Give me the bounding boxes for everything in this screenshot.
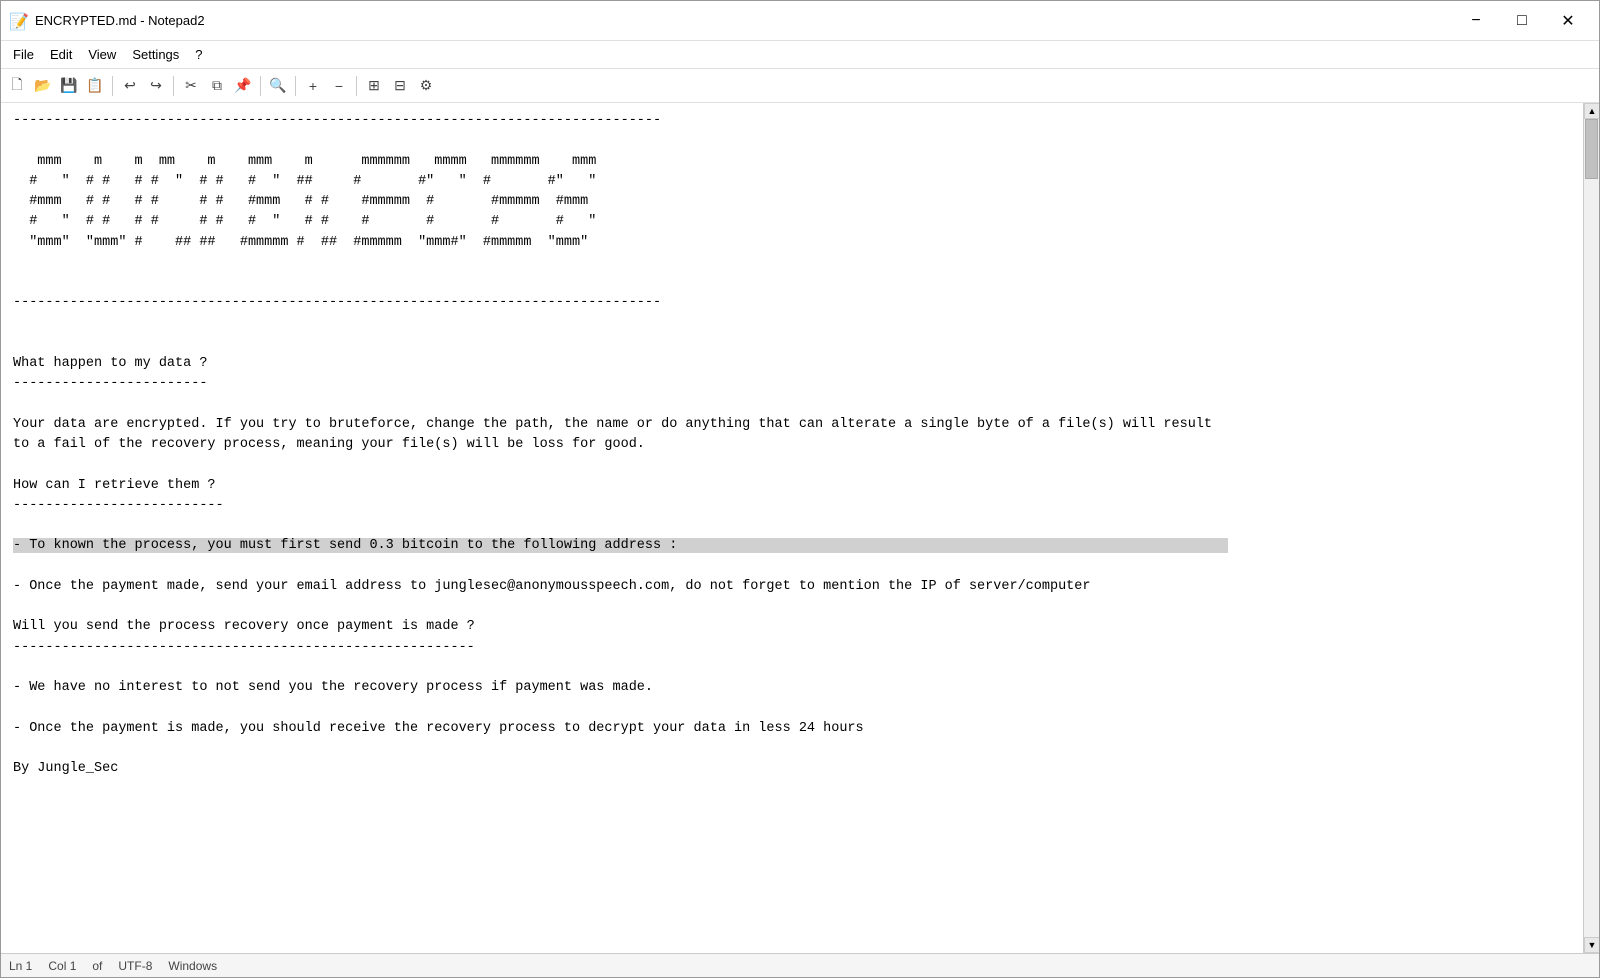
vertical-scrollbar[interactable]: ▲ ▼ — [1583, 103, 1599, 953]
toolbar: 🗋 📂 💾 📋 ↩ ↪ ✂ ⧉ 📌 🔍 + − ⊞ ⊟ ⚙ — [1, 69, 1599, 103]
open-button[interactable]: 📂 — [31, 74, 55, 98]
minimize-button[interactable]: − — [1453, 1, 1499, 41]
scroll-track[interactable] — [1584, 119, 1599, 937]
toolbar-sep-5 — [356, 76, 357, 96]
toolbar-sep-2 — [173, 76, 174, 96]
status-line-endings: Windows — [168, 959, 217, 973]
menu-settings[interactable]: Settings — [124, 43, 187, 66]
menu-view[interactable]: View — [80, 43, 124, 66]
scroll-up-arrow[interactable]: ▲ — [1584, 103, 1599, 119]
menu-file[interactable]: File — [5, 43, 42, 66]
status-of: of — [92, 959, 102, 973]
highlighted-line: - To known the process, you must first s… — [13, 538, 1228, 553]
title-bar: 📝 ENCRYPTED.md - Notepad2 − □ ✕ — [1, 1, 1599, 41]
status-bar: Ln 1 Col 1 of UTF-8 Windows — [1, 953, 1599, 977]
text-content: ----------------------------------------… — [13, 111, 1571, 779]
close-button[interactable]: ✕ — [1545, 1, 1591, 41]
paste-button[interactable]: 📌 — [231, 74, 255, 98]
toolbar-sep-3 — [260, 76, 261, 96]
content-area: ----------------------------------------… — [1, 103, 1599, 953]
maximize-button[interactable]: □ — [1499, 1, 1545, 41]
window-title: ENCRYPTED.md - Notepad2 — [35, 13, 1453, 28]
settings-button[interactable]: ⚙ — [414, 74, 438, 98]
find-button[interactable]: 🔍 — [266, 74, 290, 98]
status-line: Ln 1 — [9, 959, 32, 973]
status-col: Col 1 — [48, 959, 76, 973]
save-button[interactable]: 💾 — [57, 74, 81, 98]
cut-button[interactable]: ✂ — [179, 74, 203, 98]
menu-help[interactable]: ? — [187, 43, 210, 66]
app-icon: 📝 — [9, 12, 27, 30]
save-copy-button[interactable]: 📋 — [83, 74, 107, 98]
window-controls: − □ ✕ — [1453, 1, 1591, 41]
menu-edit[interactable]: Edit — [42, 43, 80, 66]
text-editor[interactable]: ----------------------------------------… — [1, 103, 1583, 953]
undo-button[interactable]: ↩ — [118, 74, 142, 98]
status-encoding: UTF-8 — [118, 959, 152, 973]
scroll-down-arrow[interactable]: ▼ — [1584, 937, 1599, 953]
scroll-thumb[interactable] — [1585, 119, 1598, 179]
new-button[interactable]: 🗋 — [5, 74, 29, 98]
toolbar-sep-1 — [112, 76, 113, 96]
redo-button[interactable]: ↪ — [144, 74, 168, 98]
zoom-out-button[interactable]: − — [327, 74, 351, 98]
zoom-in-button[interactable]: + — [301, 74, 325, 98]
menu-bar: File Edit View Settings ? — [1, 41, 1599, 69]
toolbar-sep-4 — [295, 76, 296, 96]
view2-button[interactable]: ⊟ — [388, 74, 412, 98]
view1-button[interactable]: ⊞ — [362, 74, 386, 98]
copy-button[interactable]: ⧉ — [205, 74, 229, 98]
